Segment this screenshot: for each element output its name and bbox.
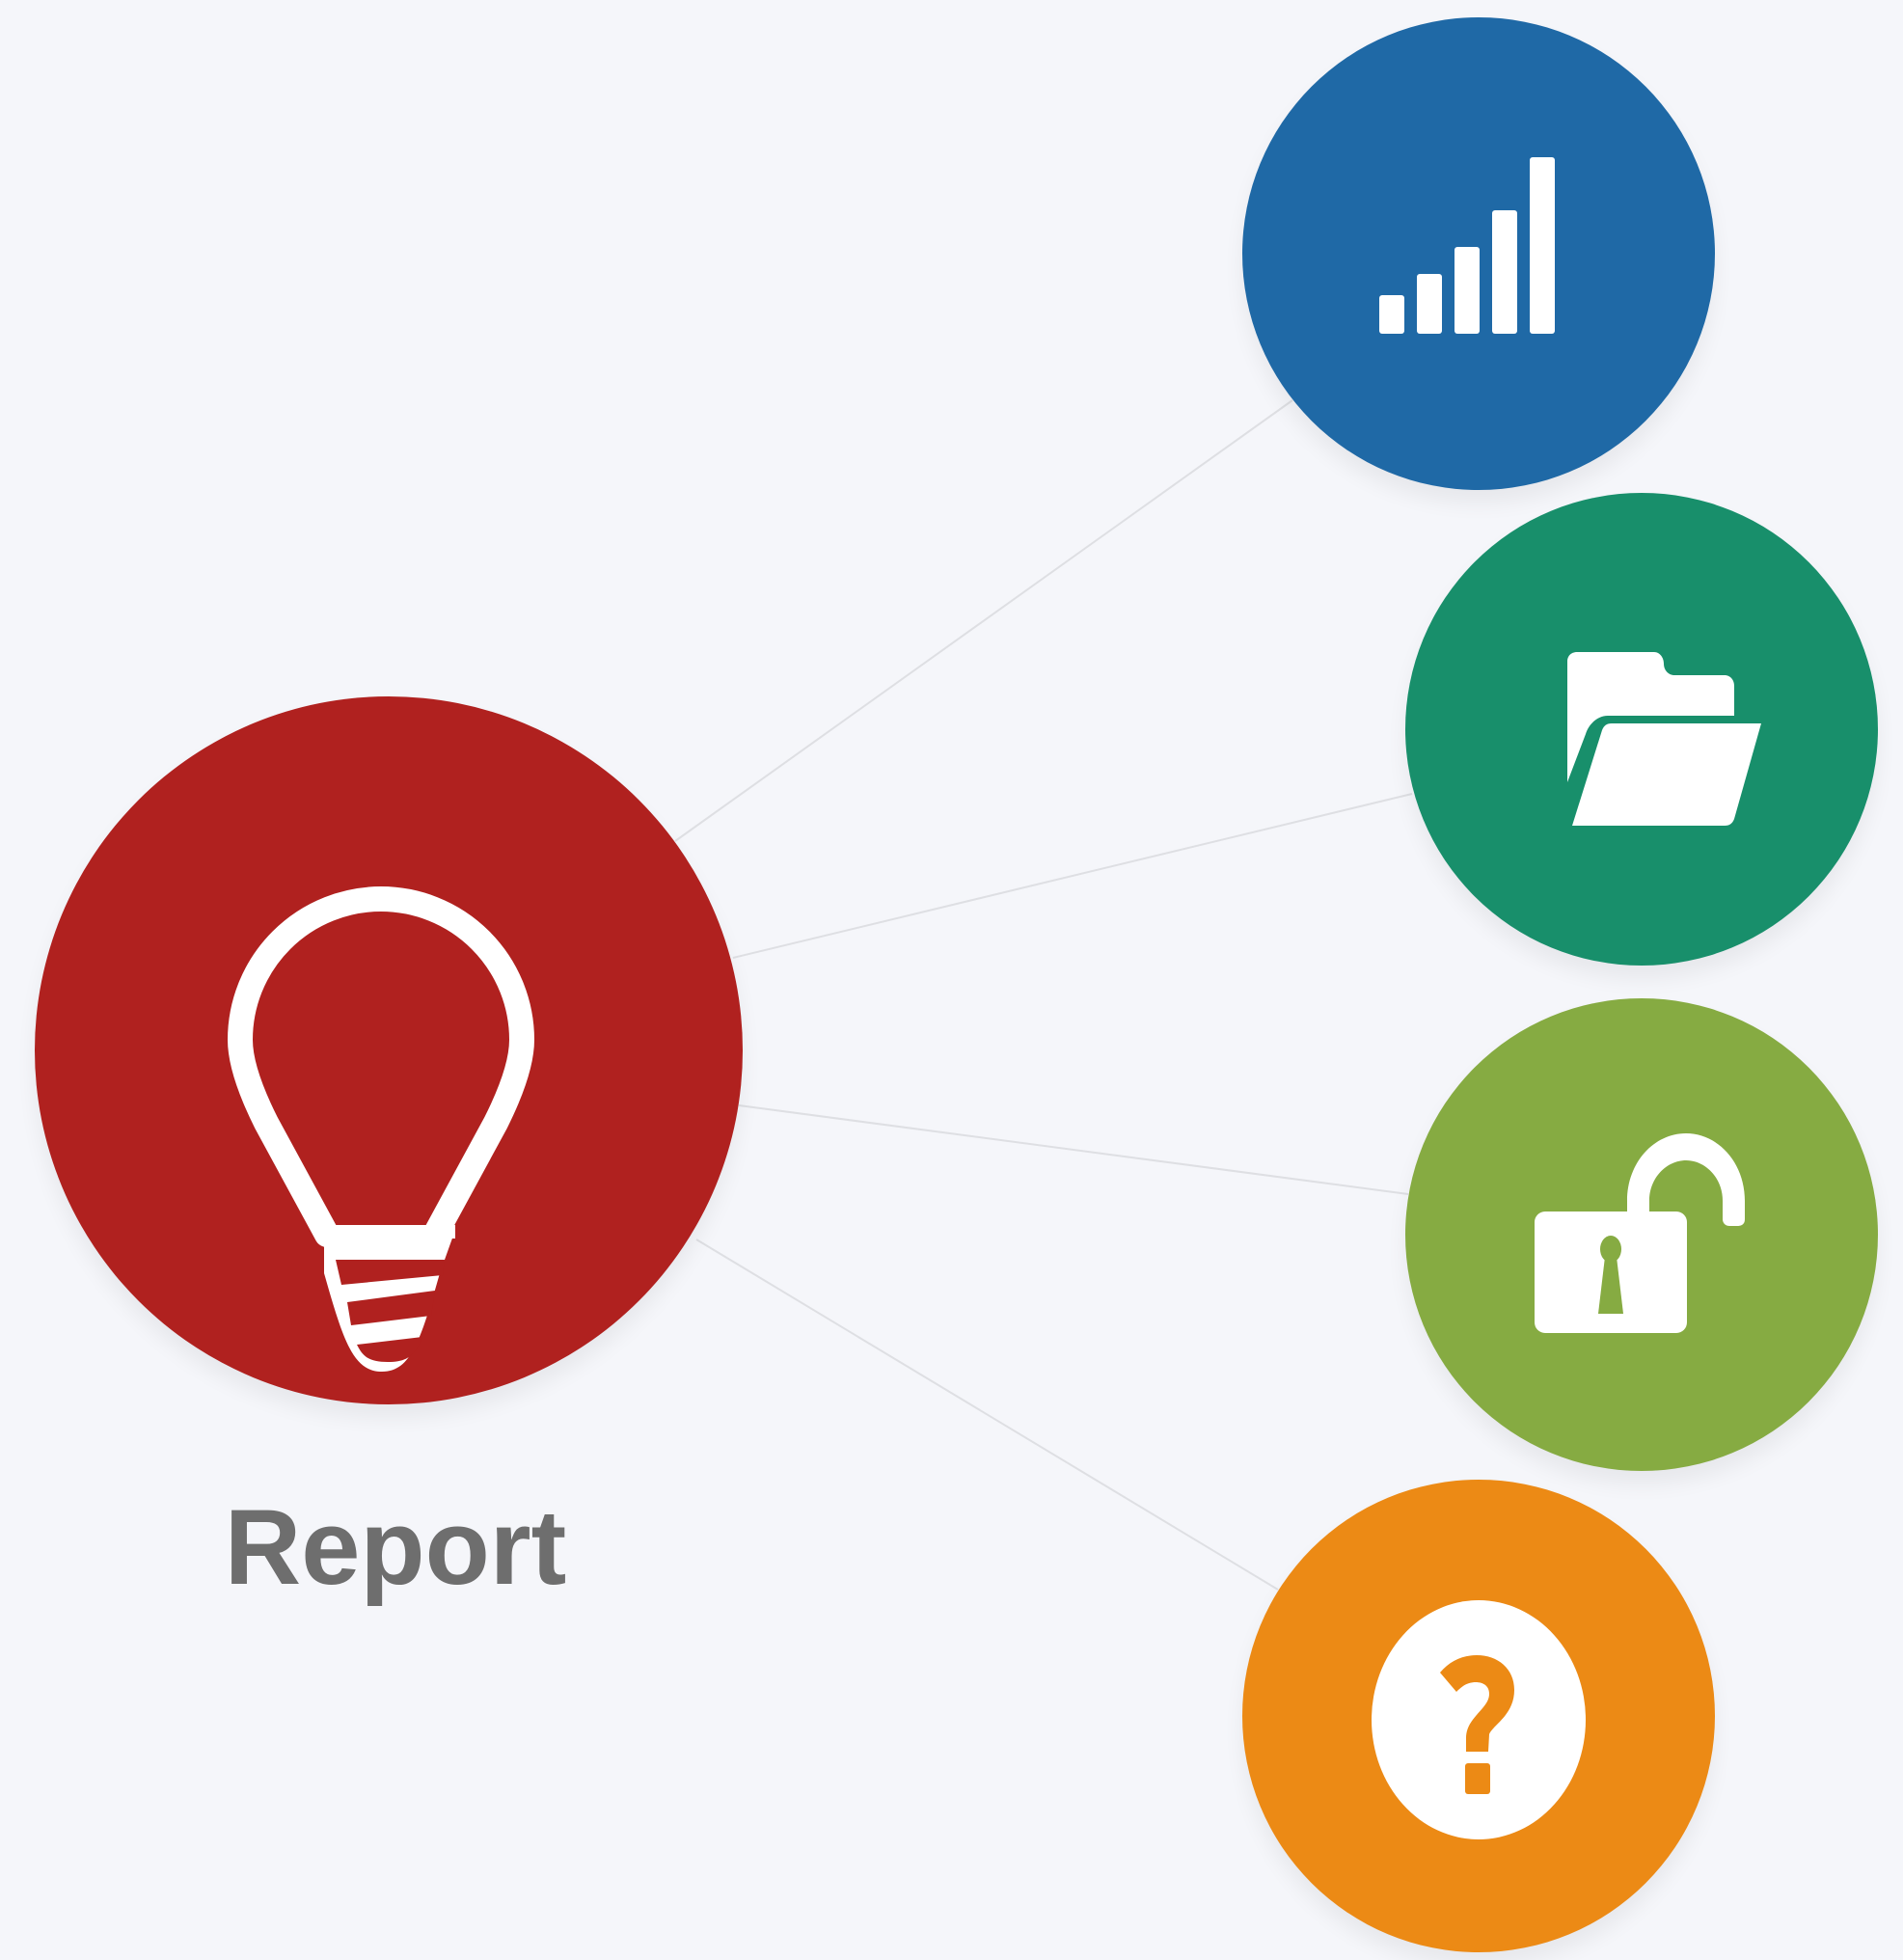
connector-to-help-node (695, 1239, 1279, 1591)
open-folder-icon (1567, 652, 1761, 826)
signal-bars-icon (1379, 157, 1555, 334)
connector-to-folder-node (732, 793, 1413, 959)
lock-node[interactable] (1405, 998, 1878, 1471)
connector-to-lock-node (738, 1104, 1409, 1195)
chart-node[interactable] (1242, 17, 1715, 490)
help-node[interactable] (1242, 1480, 1715, 1952)
connector-to-chart-node (674, 399, 1293, 842)
unlocked-padlock-icon (1535, 1133, 1745, 1333)
folder-node[interactable] (1405, 493, 1878, 966)
question-mark-icon (1372, 1600, 1586, 1839)
mind-map-diagram: Report (0, 0, 1903, 1960)
report-hub-node[interactable] (35, 696, 743, 1404)
hub-label: Report (224, 1488, 567, 1607)
question-dot (1465, 1763, 1490, 1794)
lightbulb-icon (228, 886, 534, 1372)
